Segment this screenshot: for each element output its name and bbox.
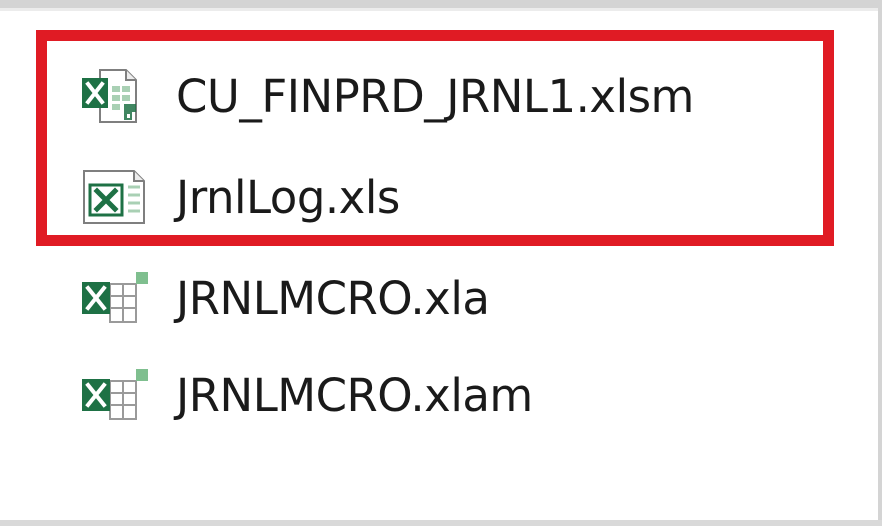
file-item-jrnlmcro-xlam[interactable]: JRNLMCRO.xlam xyxy=(78,355,533,435)
file-name: JRNLMCRO.xlam xyxy=(176,368,533,422)
file-name: CU_FINPRD_JRNL1.xlsm xyxy=(176,69,694,123)
file-item-jrnlmcro-xla[interactable]: JRNLMCRO.xla xyxy=(78,258,490,338)
file-item-jrnllog[interactable]: JrnlLog.xls xyxy=(78,157,400,237)
file-name: JrnlLog.xls xyxy=(176,170,400,224)
file-explorer-pane: CU_FINPRD_JRNL1.xlsm JrnlLog.xls JRNLMCR… xyxy=(0,0,882,526)
file-name: JRNLMCRO.xla xyxy=(176,271,490,325)
excel-macro-workbook-icon xyxy=(78,64,158,128)
file-item-cu-finprd-jrnl1[interactable]: CU_FINPRD_JRNL1.xlsm xyxy=(78,56,694,136)
excel-addin-icon xyxy=(78,266,158,330)
excel-addin-icon xyxy=(78,363,158,427)
file-list: CU_FINPRD_JRNL1.xlsm JrnlLog.xls JRNLMCR… xyxy=(0,0,882,526)
excel-97-workbook-icon xyxy=(78,165,158,229)
